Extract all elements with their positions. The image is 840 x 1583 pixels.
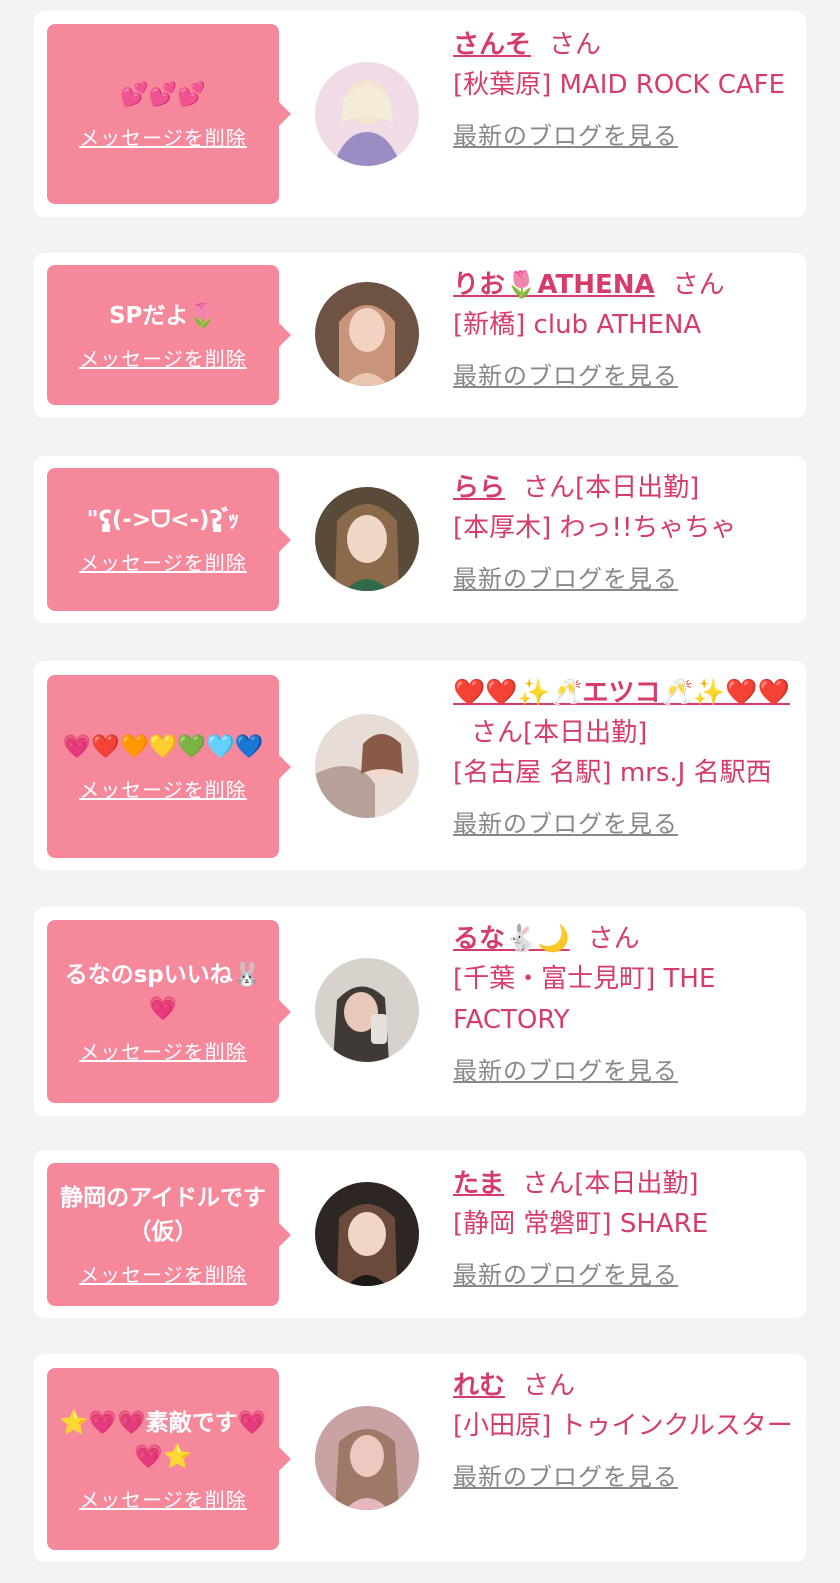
- shop-name: [小田原] トゥインクルスター: [453, 1411, 793, 1441]
- attendance-status: [本日出勤]: [575, 473, 700, 503]
- honorific: さん: [672, 270, 725, 300]
- cast-name-link[interactable]: さんそ: [453, 30, 531, 60]
- avatar-image: [315, 282, 419, 386]
- delete-message-link[interactable]: メッセージを削除: [79, 122, 247, 151]
- latest-blog-link[interactable]: 最新のブログを見る: [453, 356, 678, 391]
- avatar[interactable]: [315, 487, 419, 591]
- attendance-status: [本日出勤]: [523, 718, 648, 748]
- cast-name-link[interactable]: りお🌷ATHENA: [453, 270, 655, 300]
- message-bubble: 💕💕💕 メッセージを削除: [47, 24, 279, 204]
- latest-blog-link[interactable]: 最新のブログを見る: [453, 1457, 678, 1492]
- shop-name: [千葉・富士見町] THE FACTORY: [453, 964, 716, 1035]
- avatar-image: [315, 487, 419, 591]
- message-text: "ʕ̡̢̡(->ᗜ<-)ʔ̢̡̢ ゙ｯ: [86, 507, 240, 533]
- delete-message-link[interactable]: メッセージを削除: [79, 547, 247, 576]
- avatar-image: [315, 1182, 419, 1286]
- avatar-image: [315, 62, 419, 166]
- delete-message-link[interactable]: メッセージを削除: [79, 774, 247, 803]
- avatar[interactable]: [315, 62, 419, 166]
- message-card: ⭐️💗💗素敵です💗💗⭐️ メッセージを削除 れむ さん [小田原] トゥインクルス…: [34, 1354, 806, 1562]
- latest-blog-link[interactable]: 最新のブログを見る: [453, 804, 678, 839]
- honorific: さん: [523, 473, 576, 503]
- shop-name: [静岡 常磐町] SHARE: [453, 1209, 709, 1239]
- message-list: 💕💕💕 メッセージを削除 さんそ さん [秋葉原] MAID ROCK CAFE …: [0, 0, 840, 1583]
- message-bubble: 静岡のアイドルです（仮） メッセージを削除: [47, 1163, 279, 1306]
- attendance-status: [本日出勤]: [574, 1169, 699, 1199]
- cast-name-link[interactable]: たま: [453, 1169, 504, 1199]
- message-text: ⭐️💗💗素敵です💗💗⭐️: [59, 1409, 267, 1470]
- latest-blog-link[interactable]: 最新のブログを見る: [453, 559, 678, 594]
- avatar-image: [315, 958, 419, 1062]
- avatar[interactable]: [315, 958, 419, 1062]
- message-text: SPだよ🌷: [108, 302, 218, 329]
- avatar[interactable]: [315, 1406, 419, 1510]
- message-card: 静岡のアイドルです（仮） メッセージを削除 たま さん[本日出勤] [静岡 常磐町…: [34, 1150, 806, 1318]
- cast-info: るな🐇🌙 さん [千葉・富士見町] THE FACTORY 最新のブログを見る: [453, 919, 793, 1086]
- delete-message-link[interactable]: メッセージを削除: [79, 343, 247, 372]
- shop-name: [秋葉原] MAID ROCK CAFE: [453, 70, 786, 100]
- cast-info: りお🌷ATHENA さん [新橋] club ATHENA 最新のブログを見る: [453, 265, 793, 391]
- cast-info: たま さん[本日出勤] [静岡 常磐町] SHARE 最新のブログを見る: [453, 1164, 793, 1290]
- message-text: るなのspいいね🐰💗: [64, 962, 262, 1022]
- honorific: さん: [587, 924, 640, 954]
- message-bubble: SPだよ🌷 メッセージを削除: [47, 265, 279, 405]
- honorific: さん: [522, 1169, 575, 1199]
- message-card: SPだよ🌷 メッセージを削除 りお🌷ATHENA さん [新橋] club ATH…: [34, 253, 806, 418]
- message-card: るなのspいいね🐰💗 メッセージを削除 るな🐇🌙 さん [千葉・富士見町] THE…: [34, 907, 806, 1116]
- honorific: さん: [549, 30, 602, 60]
- message-bubble: ⭐️💗💗素敵です💗💗⭐️ メッセージを削除: [47, 1368, 279, 1550]
- message-card: 💗❤️🧡💛💚🩵💙 メッセージを削除 ❤️❤️✨🥂エツコ🥂✨❤️❤️ さん[本日出勤…: [34, 661, 806, 870]
- message-bubble: るなのspいいね🐰💗 メッセージを削除: [47, 920, 279, 1103]
- delete-message-link[interactable]: メッセージを削除: [79, 1036, 247, 1065]
- avatar[interactable]: [315, 714, 419, 818]
- shop-name: [名古屋 名駅] mrs.J 名駅西: [453, 758, 772, 788]
- message-text: 💕💕💕: [120, 81, 206, 108]
- cast-info: ❤️❤️✨🥂エツコ🥂✨❤️❤️ さん[本日出勤] [名古屋 名駅] mrs.J 名…: [453, 673, 793, 839]
- message-card: "ʕ̡̢̡(->ᗜ<-)ʔ̢̡̢ ゙ｯ メッセージを削除 らら さん[本日出勤] …: [34, 456, 806, 623]
- avatar[interactable]: [315, 1182, 419, 1286]
- cast-name-link[interactable]: ❤️❤️✨🥂エツコ🥂✨❤️❤️: [453, 678, 790, 708]
- message-bubble: 💗❤️🧡💛💚🩵💙 メッセージを削除: [47, 675, 279, 858]
- cast-name-link[interactable]: るな🐇🌙: [453, 924, 570, 954]
- delete-message-link[interactable]: メッセージを削除: [79, 1259, 247, 1288]
- honorific: さん: [523, 1371, 576, 1401]
- message-text: 💗❤️🧡💛💚🩵💙: [62, 734, 264, 760]
- honorific: さん: [471, 718, 524, 748]
- shop-name: [本厚木] わっ!!ちゃちゃ: [453, 513, 737, 543]
- avatar[interactable]: [315, 282, 419, 386]
- shop-name: [新橋] club ATHENA: [453, 310, 702, 340]
- cast-name-link[interactable]: らら: [453, 473, 505, 503]
- cast-info: れむ さん [小田原] トゥインクルスター 最新のブログを見る: [453, 1366, 793, 1492]
- message-card: 💕💕💕 メッセージを削除 さんそ さん [秋葉原] MAID ROCK CAFE …: [34, 11, 806, 217]
- cast-name-link[interactable]: れむ: [453, 1371, 505, 1401]
- cast-info: らら さん[本日出勤] [本厚木] わっ!!ちゃちゃ 最新のブログを見る: [453, 468, 793, 594]
- avatar-image: [315, 1406, 419, 1510]
- cast-info: さんそ さん [秋葉原] MAID ROCK CAFE 最新のブログを見る: [453, 25, 793, 151]
- message-bubble: "ʕ̡̢̡(->ᗜ<-)ʔ̢̡̢ ゙ｯ メッセージを削除: [47, 468, 279, 611]
- message-text: 静岡のアイドルです（仮）: [60, 1185, 266, 1245]
- avatar-image: [315, 714, 419, 818]
- latest-blog-link[interactable]: 最新のブログを見る: [453, 116, 678, 151]
- delete-message-link[interactable]: メッセージを削除: [79, 1484, 247, 1513]
- latest-blog-link[interactable]: 最新のブログを見る: [453, 1051, 678, 1086]
- latest-blog-link[interactable]: 最新のブログを見る: [453, 1255, 678, 1290]
